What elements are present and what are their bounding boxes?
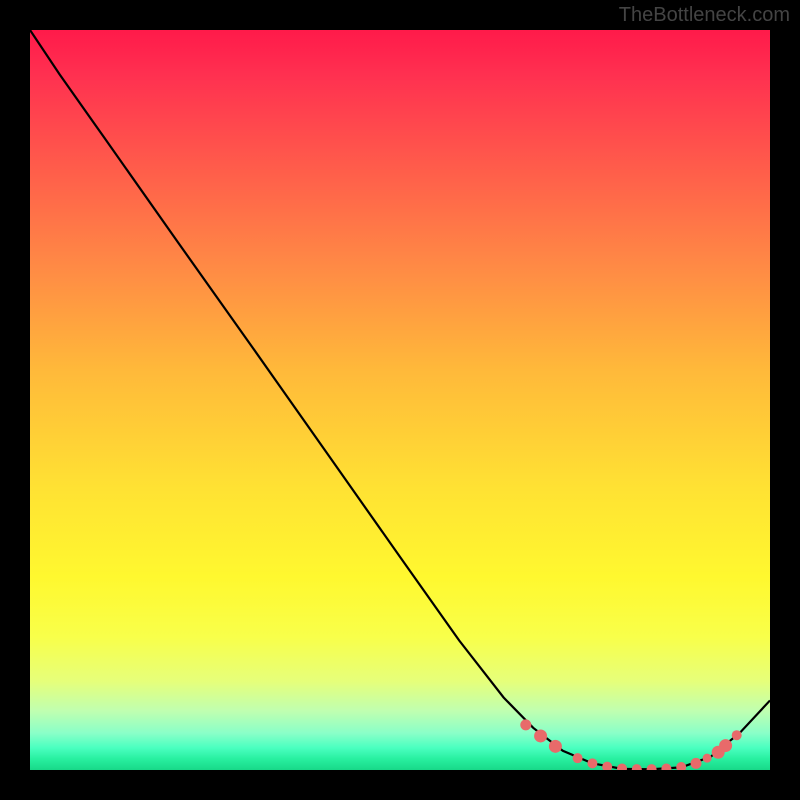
attribution-text: TheBottleneck.com [619, 4, 790, 27]
chart-gradient-background [30, 30, 770, 770]
plot-area [30, 30, 770, 770]
